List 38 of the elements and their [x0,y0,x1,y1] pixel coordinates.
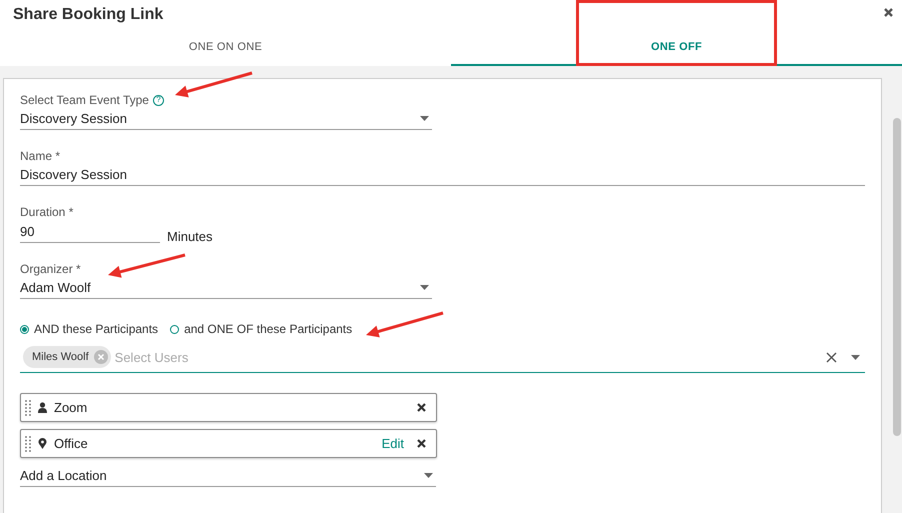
field-label: Organizer * [20,262,81,276]
add-location-select[interactable]: Add a Location [20,465,436,487]
map-pin-icon [38,438,47,449]
dropdown-caret-icon[interactable] [420,116,429,121]
tag-label: Miles Woolf [32,351,89,363]
dialog-title: Share Booking Link [13,6,164,24]
tab[interactable]: ONE ON ONE [0,30,451,66]
drag-handle-icon[interactable] [25,436,31,452]
clear-icon[interactable] [826,352,837,362]
radio-option[interactable]: AND these Participants [20,322,158,336]
radio-icon[interactable] [20,324,29,334]
dropdown-caret-icon[interactable] [851,354,860,360]
field-label: Duration * [20,205,74,219]
placeholder-text: Select Users [114,350,190,364]
dropdown-caret-icon[interactable] [420,285,429,290]
field-label: Select Team Event Type [20,93,149,107]
remove-button[interactable] [417,403,426,412]
scrollbar-thumb[interactable] [893,118,901,436]
close-icon [884,8,893,17]
location-name: Office [54,436,89,451]
close-icon [417,439,426,448]
event-type-select[interactable]: Discovery Session [20,108,432,130]
name-input[interactable]: Discovery Session [20,164,865,186]
help-icon[interactable]: ? [152,94,164,106]
person-icon [38,402,47,413]
field-label: Name * [20,149,60,163]
users-field[interactable]: Miles Woolf Select Users [20,342,865,373]
remove-button[interactable] [417,439,426,448]
dropdown-caret-icon[interactable] [424,473,433,478]
drag-handle-icon[interactable] [25,400,31,416]
radio-option[interactable]: and ONE OF these Participants [170,322,352,336]
radio-icon[interactable] [170,324,180,334]
duration-input[interactable]: 90 [20,220,160,243]
close-icon [417,403,426,412]
organizer-select[interactable]: Adam Woolf [20,277,432,299]
edit-link[interactable]: Edit [382,436,404,451]
location-name: Zoom [54,400,88,415]
unit-label: Minutes [167,229,213,244]
